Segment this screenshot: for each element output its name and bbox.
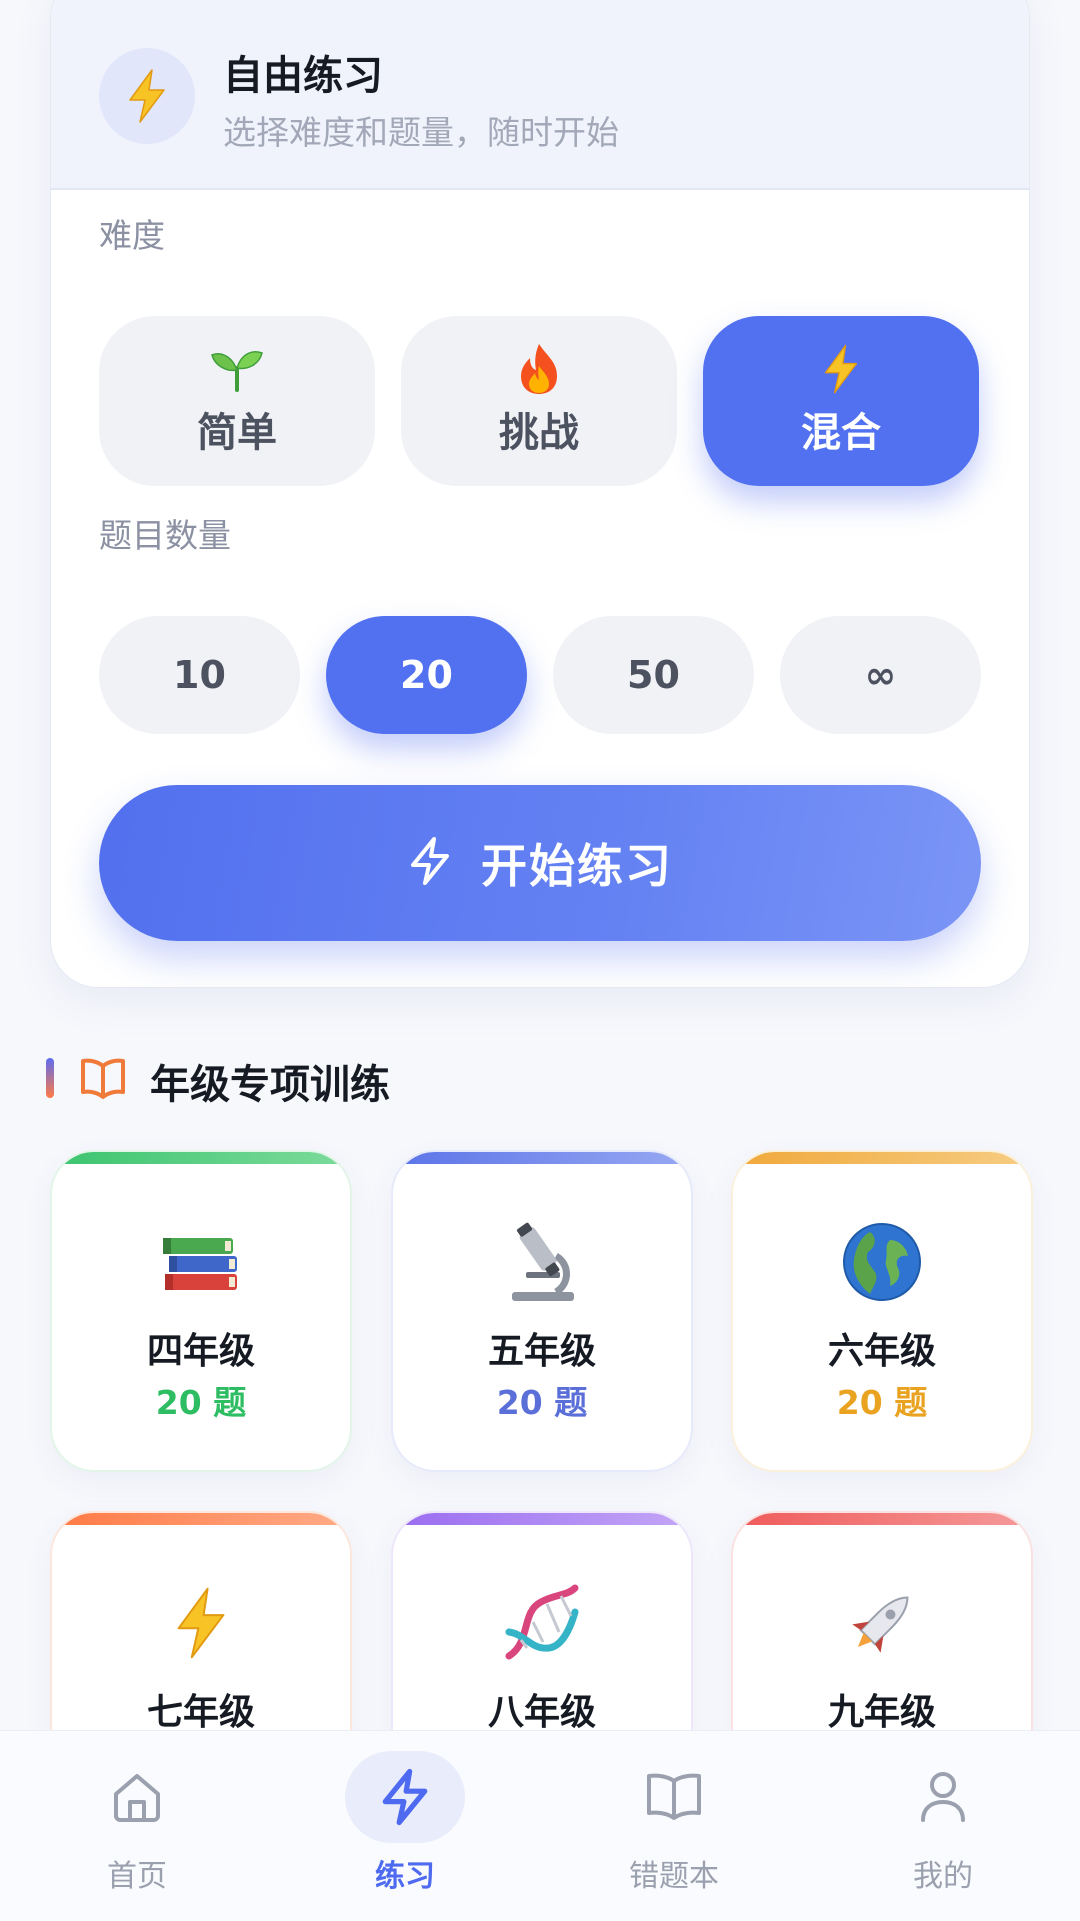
grade-name: 七年级 xyxy=(146,1692,255,1733)
bottom-navigation: 首页 练习 错题本 我的 xyxy=(0,1730,1080,1921)
grade-card-stripe xyxy=(52,1152,350,1164)
nav-profile-label: 我的 xyxy=(913,1859,973,1894)
section-accent-bar xyxy=(46,1058,54,1098)
grade-card-4[interactable]: 四年级 20 题 xyxy=(50,1150,352,1472)
grade-section-header: 年级专项训练 xyxy=(46,1052,646,1108)
difficulty-challenge-button[interactable]: 挑战 xyxy=(401,316,677,486)
nav-home[interactable]: 首页 xyxy=(37,1731,237,1921)
lightning-icon xyxy=(821,344,861,394)
grade-name: 四年级 xyxy=(146,1331,255,1372)
nav-home-label: 首页 xyxy=(107,1859,167,1894)
grade-card-stripe xyxy=(393,1152,691,1164)
grade-card-stripe xyxy=(393,1513,691,1525)
grade-question-count: 20 题 xyxy=(836,1383,928,1422)
difficulty-easy-label: 简单 xyxy=(197,410,277,456)
globe-icon xyxy=(733,1214,1031,1310)
difficulty-easy-button[interactable]: 简单 xyxy=(99,316,375,486)
nav-practice[interactable]: 练习 xyxy=(305,1731,505,1921)
lightning-icon xyxy=(52,1575,350,1671)
nav-mistakes[interactable]: 错题本 xyxy=(574,1731,774,1921)
person-icon xyxy=(883,1751,1003,1843)
count-unlimited-button[interactable]: ∞ xyxy=(780,616,981,734)
book-icon xyxy=(614,1751,734,1843)
free-practice-card: 自由练习 选择难度和题量，随时开始 难度 简单 挑战 混合 题目数量 10 20… xyxy=(50,0,1030,988)
count-20-button[interactable]: 20 xyxy=(326,616,527,734)
grade-name: 八年级 xyxy=(487,1692,596,1733)
lightning-icon xyxy=(99,48,195,144)
rocket-icon xyxy=(733,1575,1031,1671)
grade-section-title: 年级专项训练 xyxy=(150,1062,390,1108)
difficulty-mixed-label: 混合 xyxy=(801,410,881,456)
microscope-icon xyxy=(393,1214,691,1310)
count-10-button[interactable]: 10 xyxy=(99,616,300,734)
question-count-label: 题目数量 xyxy=(99,516,231,555)
grade-question-count: 20 题 xyxy=(155,1383,247,1422)
grade-card-stripe xyxy=(733,1152,1031,1164)
grade-name: 九年级 xyxy=(827,1692,936,1733)
grade-name: 六年级 xyxy=(827,1331,936,1372)
difficulty-challenge-label: 挑战 xyxy=(499,410,579,456)
grade-card-5[interactable]: 五年级 20 题 xyxy=(391,1150,693,1472)
free-practice-subtitle: 选择难度和题量，随时开始 xyxy=(223,113,619,152)
nav-practice-label: 练习 xyxy=(375,1859,435,1894)
start-practice-label: 开始练习 xyxy=(481,839,673,893)
free-practice-header: 自由练习 选择难度和题量，随时开始 xyxy=(51,0,1029,190)
grade-question-count: 20 题 xyxy=(496,1383,588,1422)
grade-name: 五年级 xyxy=(487,1331,596,1372)
seedling-icon xyxy=(209,344,265,394)
grade-card-stripe xyxy=(733,1513,1031,1525)
count-50-button[interactable]: 50 xyxy=(553,616,754,734)
nav-mistakes-label: 错题本 xyxy=(629,1859,719,1894)
lightning-icon xyxy=(345,1751,465,1843)
lightning-outline-icon xyxy=(407,836,453,890)
dna-icon xyxy=(393,1575,691,1671)
nav-profile[interactable]: 我的 xyxy=(843,1731,1043,1921)
home-icon xyxy=(77,1751,197,1843)
fire-icon xyxy=(517,344,561,394)
open-book-icon xyxy=(80,1056,126,1104)
difficulty-label: 难度 xyxy=(99,216,165,255)
books-icon xyxy=(52,1214,350,1310)
start-practice-button[interactable]: 开始练习 xyxy=(99,785,981,941)
grade-card-6[interactable]: 六年级 20 题 xyxy=(731,1150,1033,1472)
grade-card-stripe xyxy=(52,1513,350,1525)
free-practice-title: 自由练习 xyxy=(223,53,383,99)
difficulty-mixed-button[interactable]: 混合 xyxy=(703,316,979,486)
